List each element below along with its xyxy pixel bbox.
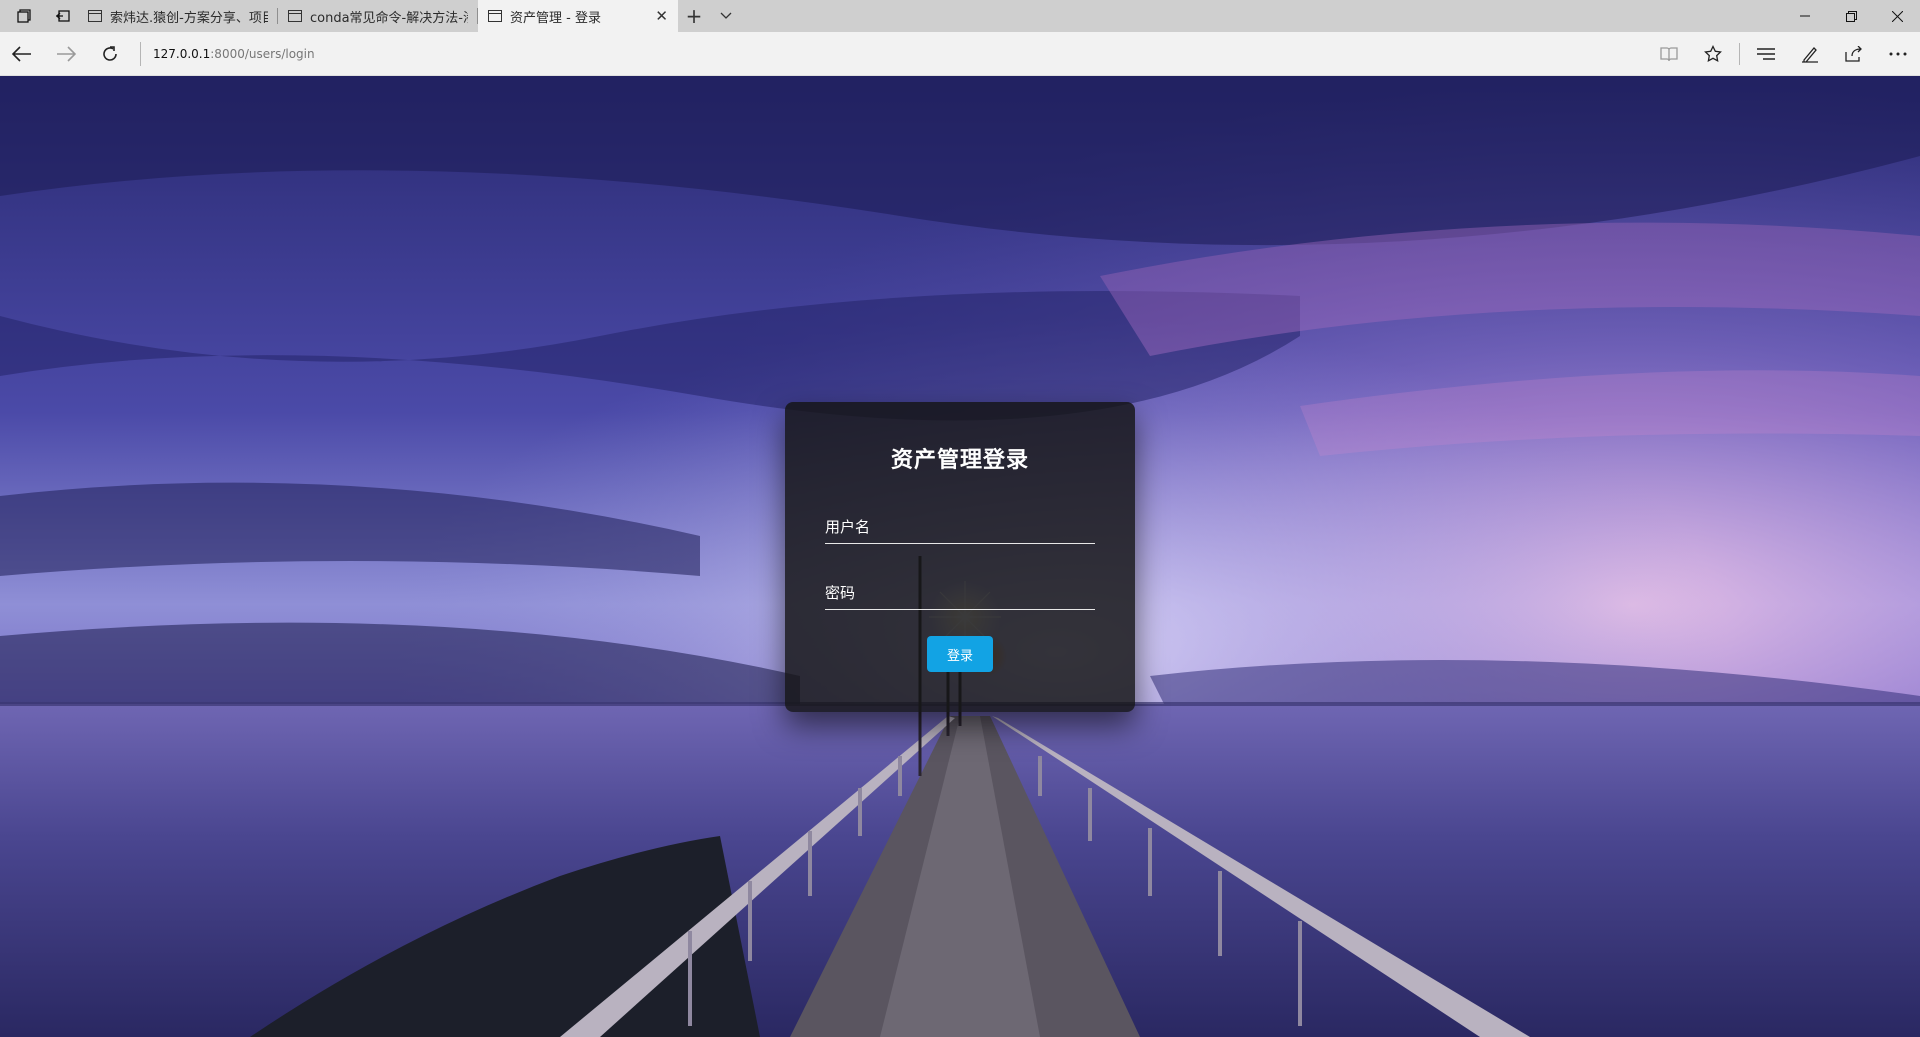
pen-icon[interactable]	[1788, 32, 1832, 76]
restore-tabs-icon[interactable]	[48, 0, 78, 32]
book-icon[interactable]	[1647, 32, 1691, 76]
password-field: 密码	[825, 570, 1095, 610]
tab-active[interactable]: 资产管理 - 登录 ✕	[478, 0, 678, 32]
url-host: 127.0.0.1	[153, 46, 211, 61]
password-input[interactable]	[825, 570, 1095, 609]
arrow-right-icon[interactable]	[44, 32, 88, 76]
toolbar-right	[1647, 32, 1920, 76]
navigation-bar: 127.0.0.1:8000/users/login	[0, 32, 1920, 76]
login-title: 资产管理登录	[890, 448, 1029, 473]
tab-label: 索炜达.猿创-方案分享、项目	[110, 10, 268, 26]
star-icon[interactable]	[1691, 32, 1735, 76]
page-icon	[288, 10, 302, 22]
hub-icon[interactable]	[1744, 32, 1788, 76]
tab-1[interactable]: 索炜达.猿创-方案分享、项目	[78, 0, 278, 32]
share-icon[interactable]	[1832, 32, 1876, 76]
refresh-icon[interactable]	[88, 32, 132, 76]
close-icon[interactable]	[1874, 0, 1920, 32]
more-icon[interactable]	[1876, 32, 1920, 76]
login-button[interactable]: 登录	[927, 636, 993, 672]
page-icon	[88, 10, 102, 22]
tab-label: conda常见命令-解决方法-渗	[310, 10, 468, 26]
arrow-left-icon[interactable]	[0, 32, 44, 76]
url-path: :8000/users/login	[210, 46, 315, 61]
chevron-down-icon[interactable]	[710, 0, 742, 32]
login-card: 资产管理登录 用户名 密码 登录	[785, 402, 1135, 712]
tab-strip: 索炜达.猿创-方案分享、项目 conda常见命令-解决方法-渗 资产管理 - 登…	[0, 0, 1920, 32]
divider	[1739, 42, 1740, 65]
page-viewport: 资产管理登录 用户名 密码 登录	[0, 76, 1920, 1037]
username-field: 用户名	[825, 504, 1095, 544]
restore-icon[interactable]	[1828, 0, 1874, 32]
username-input[interactable]	[825, 504, 1095, 543]
close-tab-icon[interactable]: ✕	[647, 7, 668, 25]
tab-label: 资产管理 - 登录	[510, 10, 601, 26]
address-field[interactable]: 127.0.0.1:8000/users/login	[153, 47, 315, 61]
divider	[140, 41, 141, 66]
window-controls	[1782, 0, 1920, 32]
plus-icon[interactable]: +	[678, 0, 710, 32]
minimize-icon[interactable]	[1782, 0, 1828, 32]
tabs-aside-icon[interactable]	[0, 0, 48, 32]
page-icon	[488, 10, 502, 22]
tab-2[interactable]: conda常见命令-解决方法-渗	[278, 0, 478, 32]
